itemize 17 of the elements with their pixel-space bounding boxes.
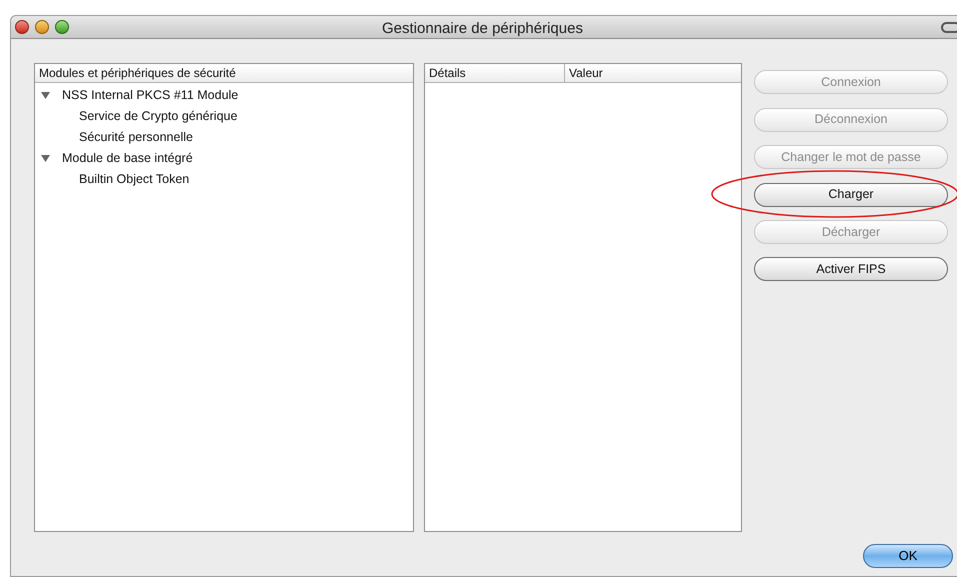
tree-item[interactable]: Service de Crypto générique — [79, 107, 238, 126]
zoom-icon[interactable] — [55, 20, 69, 34]
minimize-icon[interactable] — [35, 20, 49, 34]
ok-button[interactable]: OK — [863, 544, 953, 568]
tree-item[interactable]: Builtin Object Token — [79, 170, 190, 189]
tree-item[interactable]: NSS Internal PKCS #11 Module — [62, 86, 238, 105]
tree-item[interactable]: Sécurité personnelle — [79, 128, 193, 147]
action-button[interactable]: Activer FIPS — [754, 257, 948, 282]
action-button[interactable]: Charger — [754, 182, 948, 206]
toolbar-toggle-icon[interactable] — [941, 22, 957, 33]
tree-item[interactable]: Module de base intégré — [62, 149, 193, 168]
expanded-triangle-icon[interactable] — [41, 154, 50, 163]
close-icon[interactable] — [15, 20, 29, 34]
window-title: Gestionnaire de périphériques — [382, 19, 583, 39]
expanded-triangle-icon[interactable] — [41, 91, 50, 100]
column-header[interactable]: Détails — [429, 64, 466, 82]
column-header[interactable]: Valeur — [569, 64, 603, 82]
